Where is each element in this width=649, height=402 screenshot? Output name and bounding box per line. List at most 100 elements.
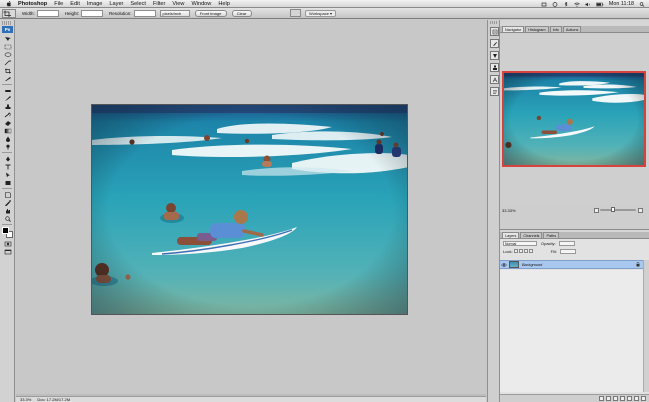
height-field[interactable] [81,9,104,17]
app-menu[interactable]: Photoshop [18,1,47,7]
workspace-menu-button[interactable]: Workspace ▾ [305,9,337,17]
zoom-tool[interactable] [2,215,13,222]
dodge-tool[interactable] [2,143,13,150]
menu-layer[interactable]: Layer [109,1,123,7]
tool-presets-panel-button[interactable] [490,51,499,60]
pen-tool[interactable] [2,155,13,162]
menu-window[interactable]: Window [191,1,211,7]
link-layers-button[interactable] [599,396,604,401]
screen-mode-button[interactable] [2,248,13,255]
tab-paths[interactable]: Paths [543,232,560,238]
spotlight-icon[interactable] [639,1,645,7]
adjustment-layer-button[interactable] [620,396,625,401]
brush-tool[interactable] [2,95,13,102]
lock-all-button[interactable] [528,249,533,253]
type-tool[interactable] [2,163,13,170]
tab-info[interactable]: Info [549,26,562,32]
paragraph-panel-button[interactable] [490,87,499,96]
blend-mode-select[interactable]: Normal [503,240,537,246]
status-zoom[interactable]: 33.3% [20,397,31,402]
status-doc-info[interactable]: Doc: 17.2M/17.2M [37,397,70,402]
tab-channels[interactable]: Channels [520,232,543,238]
eyedropper-tool[interactable] [2,199,13,206]
healing-tool[interactable] [2,87,13,94]
palette-well-icon[interactable] [290,9,301,17]
document-canvas[interactable] [91,104,408,315]
surfer-photo[interactable] [92,105,408,315]
zoom-out-button[interactable] [594,208,599,213]
wifi-icon[interactable] [574,2,580,7]
clone-source-panel-button[interactable] [490,63,499,72]
width-field[interactable] [36,9,59,17]
move-tool[interactable] [2,35,13,42]
zoom-slider-knob[interactable] [611,207,615,212]
bluetooth-icon[interactable] [563,1,569,7]
eraser-tool[interactable] [2,119,13,126]
magic-wand-tool[interactable] [2,59,13,66]
lock-transparency-button[interactable] [513,249,518,253]
crop-tool[interactable] [2,67,13,74]
path-select-tool[interactable] [2,171,13,178]
marquee-tool[interactable] [2,43,13,50]
apple-icon[interactable] [5,0,13,7]
navigator-zoom-value[interactable]: 33.33% [502,208,520,213]
tab-actions[interactable]: Actions [562,26,582,32]
menu-edit[interactable]: Edit [70,1,80,7]
zoom-slider[interactable] [600,207,636,212]
notes-tool[interactable] [2,191,13,198]
script-icon[interactable] [541,2,547,7]
hand-tool[interactable] [2,207,13,214]
menu-filter[interactable]: Filter [153,1,165,7]
layer-name[interactable]: Background [522,263,542,267]
new-group-button[interactable] [627,396,632,401]
gradient-tool[interactable] [2,127,13,134]
menu-view[interactable]: View [172,1,184,7]
brushes-panel-button[interactable] [490,39,499,48]
add-mask-button[interactable] [613,396,618,401]
eye-icon[interactable] [501,262,507,268]
menu-help[interactable]: Help [218,1,230,7]
menu-file[interactable]: File [54,1,63,7]
front-image-button[interactable]: Front Image [194,9,227,17]
layers-list-empty-area[interactable] [500,270,643,392]
stamp-tool[interactable] [2,103,13,110]
menu-image[interactable]: Image [87,1,103,7]
zoom-in-button[interactable] [638,208,643,213]
tab-layers[interactable]: Layers [502,232,520,238]
character-panel-button[interactable] [490,75,499,84]
history-brush-tool[interactable] [2,111,13,118]
opacity-field[interactable] [558,240,575,246]
resolution-field[interactable] [133,9,156,17]
menu-select[interactable]: Select [130,1,146,7]
slice-tool[interactable] [2,75,13,82]
layer-style-button[interactable] [606,396,611,401]
fill-field[interactable] [559,248,576,254]
dock-grip[interactable] [490,21,497,24]
time-machine-icon[interactable] [552,1,558,7]
clear-button[interactable]: Clear [231,9,252,17]
quick-mask-button[interactable] [2,240,13,247]
navigator-preview[interactable] [500,33,649,205]
lock-pixels-button[interactable] [518,249,523,253]
battery-icon[interactable] [596,2,604,7]
volume-icon[interactable] [585,2,591,7]
tools-panel-grip[interactable] [2,21,12,25]
foreground-color-swatch[interactable] [2,227,9,234]
tab-navigator[interactable]: Navigator [502,26,525,32]
canvas-area[interactable] [16,20,486,396]
history-panel-button[interactable] [490,27,499,36]
tab-histogram[interactable]: Histogram [525,26,549,32]
menubar-clock[interactable]: Mon 11:18 [609,1,634,7]
tool-preset-picker[interactable] [2,8,16,18]
layer-row-background[interactable]: Background [500,260,643,269]
navigator-view-box[interactable] [502,71,646,167]
lock-position-button[interactable] [523,249,528,253]
layers-scrollbar[interactable] [643,260,649,392]
lasso-tool[interactable] [2,51,13,58]
ps-logo[interactable]: Ps [2,26,13,33]
resolution-unit-select[interactable]: pixels/inch [159,9,190,17]
delete-layer-button[interactable] [641,396,646,401]
blur-tool[interactable] [2,135,13,142]
shape-tool[interactable] [2,179,13,186]
layer-thumbnail[interactable] [509,261,519,268]
